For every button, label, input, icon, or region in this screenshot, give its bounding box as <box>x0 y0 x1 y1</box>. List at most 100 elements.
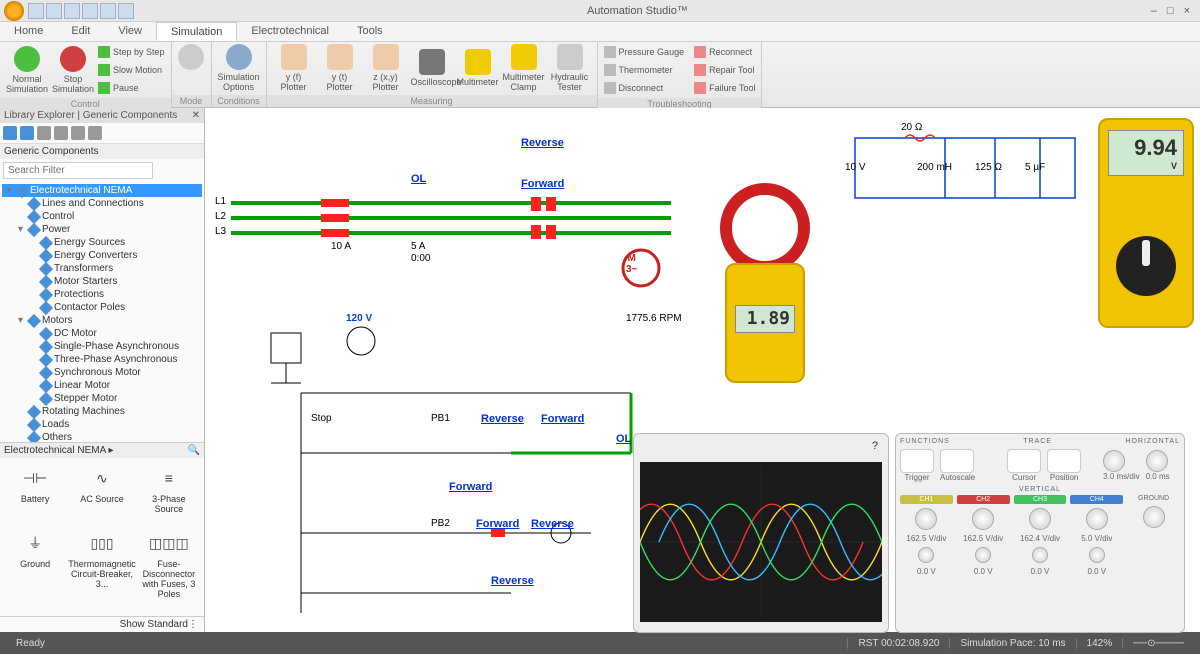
tree-node[interactable]: ▾Electrotechnical NEMA <box>2 184 202 197</box>
schematic-canvas[interactable]: L1 L2 L3 10 A OL 5 A 0:00 Reverse Forwar… <box>205 108 1200 632</box>
qat-button[interactable] <box>46 3 62 19</box>
tree-node[interactable]: Three-Phase Asynchronous <box>2 353 202 366</box>
component-tree[interactable]: ▾Electrotechnical NEMALines and Connecti… <box>0 182 204 442</box>
lib-toolbar-button[interactable] <box>71 126 85 140</box>
clamp-meter[interactable]: 1.89 <box>705 183 825 393</box>
symbol-breadcrumb[interactable]: Electrotechnical NEMA ▸ 🔍 <box>0 443 204 458</box>
lib-toolbar-button[interactable] <box>37 126 51 140</box>
search-icon[interactable]: 🔍 <box>188 445 200 456</box>
yt-plotter-button[interactable]: y (t) Plotter <box>319 44 361 92</box>
disconnect-button[interactable]: Disconnect <box>604 80 685 96</box>
tree-node[interactable]: DC Motor <box>2 327 202 340</box>
scope-channel[interactable]: CH3162.4 V/div0.0 V <box>1014 495 1067 576</box>
position-button[interactable] <box>1047 449 1081 473</box>
scope-channel[interactable]: CH1162.5 V/div0.0 V <box>900 495 953 576</box>
yf-plotter-button[interactable]: y (f) Plotter <box>273 44 315 92</box>
zoom-slider[interactable]: ──⊙──── <box>1122 638 1194 649</box>
symbol-cell[interactable]: ⊣⊢Battery <box>6 464 64 525</box>
scope-channel[interactable]: CH2162.5 V/div0.0 V <box>957 495 1010 576</box>
tree-node[interactable]: Control <box>2 210 202 223</box>
trigger-button[interactable] <box>900 449 934 473</box>
multimeter-dial[interactable] <box>1116 236 1176 296</box>
symbol-cell[interactable]: ≡3-Phase Source <box>140 464 198 525</box>
symbol-cell[interactable]: ∿AC Source <box>68 464 136 525</box>
reverse-link[interactable]: Reverse <box>481 413 524 425</box>
tree-node[interactable]: ▾Motors <box>2 314 202 327</box>
tab-electrotechnical[interactable]: Electrotechnical <box>237 22 343 41</box>
pressure-gauge-button[interactable]: Pressure Gauge <box>604 44 685 60</box>
slow-motion-button[interactable]: Slow Motion <box>98 62 165 78</box>
pause-button[interactable]: Pause <box>98 80 165 96</box>
symbol-cell[interactable]: ◫◫◫Fuse-Disconnector with Fuses, 3 Poles <box>140 529 198 610</box>
qat-button[interactable] <box>28 3 44 19</box>
qat-button[interactable] <box>100 3 116 19</box>
tree-node[interactable]: Synchronous Motor <box>2 366 202 379</box>
symbol-footer[interactable]: Show Standard⋮ <box>0 616 204 632</box>
scope-channel[interactable]: CH45.0 V/div0.0 V <box>1070 495 1123 576</box>
thermometer-button[interactable]: Thermometer <box>604 62 685 78</box>
multimeter-button[interactable]: Multimeter <box>457 49 499 87</box>
tree-node[interactable]: Single-Phase Asynchronous <box>2 340 202 353</box>
hoffset-knob[interactable] <box>1146 450 1168 472</box>
ol-label[interactable]: OL <box>411 173 426 185</box>
reverse-label[interactable]: Reverse <box>521 137 564 149</box>
scope-ground[interactable]: GROUND <box>1127 495 1180 576</box>
reverse-link-2[interactable]: Reverse <box>531 518 574 530</box>
tree-node[interactable]: Energy Sources <box>2 236 202 249</box>
help-icon[interactable]: ? <box>872 440 878 452</box>
normal-simulation-button[interactable]: Normal Simulation <box>6 46 48 94</box>
lib-toolbar-button[interactable] <box>88 126 102 140</box>
tab-view[interactable]: View <box>104 22 156 41</box>
qat-button[interactable] <box>82 3 98 19</box>
failure-tool-button[interactable]: Failure Tool <box>694 80 755 96</box>
search-filter-input[interactable] <box>3 162 153 179</box>
oscilloscope[interactable]: ? <box>633 433 889 633</box>
symbol-cell[interactable]: ▯▯▯Thermomagnetic Circuit-Breaker, 3... <box>68 529 136 610</box>
repair-tool-button[interactable]: Repair Tool <box>694 62 755 78</box>
tree-node[interactable]: Others <box>2 431 202 442</box>
simulation-options-button[interactable]: Simulation Options <box>218 44 260 92</box>
tab-tools[interactable]: Tools <box>343 22 397 41</box>
forward-link[interactable]: Forward <box>541 413 584 425</box>
hydraulic-tester-button[interactable]: Hydraulic Tester <box>549 44 591 92</box>
tree-node[interactable]: Stepper Motor <box>2 392 202 405</box>
tree-node[interactable]: Protections <box>2 288 202 301</box>
maximize-button[interactable]: □ <box>1167 5 1174 17</box>
cursor-button[interactable] <box>1007 449 1041 473</box>
panel-close-icon[interactable]: ✕ <box>192 110 200 121</box>
zxy-plotter-button[interactable]: z (x,y) Plotter <box>365 44 407 92</box>
stop-simulation-button[interactable]: Stop Simulation <box>52 46 94 94</box>
multimeter[interactable]: 9.94 V <box>1098 118 1194 328</box>
tree-node[interactable]: Contactor Poles <box>2 301 202 314</box>
reconnect-button[interactable]: Reconnect <box>694 44 755 60</box>
lib-toolbar-button[interactable] <box>20 126 34 140</box>
tab-home[interactable]: Home <box>0 22 57 41</box>
symbol-cell[interactable]: ⏚Ground <box>6 529 64 610</box>
lib-toolbar-button[interactable] <box>54 126 68 140</box>
tree-node[interactable]: Energy Converters <box>2 249 202 262</box>
forward-label[interactable]: Forward <box>521 178 564 190</box>
lib-toolbar-button[interactable] <box>3 126 17 140</box>
hdiv-knob[interactable] <box>1103 450 1125 472</box>
ol-link[interactable]: OL <box>616 433 631 445</box>
reverse-link-3[interactable]: Reverse <box>491 575 534 587</box>
tree-node[interactable]: Rotating Machines <box>2 405 202 418</box>
tree-node[interactable]: Transformers <box>2 262 202 275</box>
qat-button[interactable] <box>118 3 134 19</box>
tree-node[interactable]: Motor Starters <box>2 275 202 288</box>
minimize-button[interactable]: – <box>1151 5 1157 17</box>
autoscale-button[interactable] <box>940 449 974 473</box>
tree-node[interactable]: ▾Power <box>2 223 202 236</box>
tab-edit[interactable]: Edit <box>57 22 104 41</box>
forward-link-2[interactable]: Forward <box>449 481 492 493</box>
step-by-step-button[interactable]: Step by Step <box>98 44 165 60</box>
multimeter-clamp-button[interactable]: Multimeter Clamp <box>503 44 545 92</box>
tree-node[interactable]: Linear Motor <box>2 379 202 392</box>
tree-node[interactable]: Lines and Connections <box>2 197 202 210</box>
tab-simulation[interactable]: Simulation <box>156 22 237 41</box>
qat-button[interactable] <box>64 3 80 19</box>
mode-button[interactable] <box>178 44 205 72</box>
oscilloscope-controls[interactable]: FUNCTIONS TRACE HORIZONTAL Trigger Autos… <box>895 433 1185 633</box>
tree-node[interactable]: Loads <box>2 418 202 431</box>
forward-link-3[interactable]: Forward <box>476 518 519 530</box>
